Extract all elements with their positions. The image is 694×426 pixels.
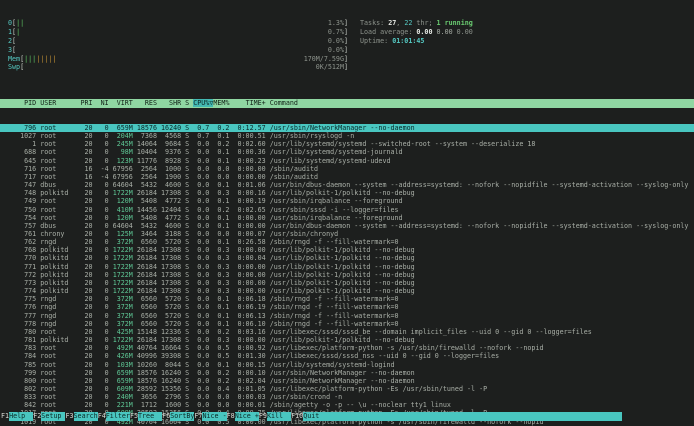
process-row-688[interactable]: 688 root 20 0 98M 10404 9376 S 0.0 0.1 0… xyxy=(0,148,694,156)
header-meters-area: 0[||1.3%]1[|0.7%]2[0.0%]3[0.0%]Mem[|||||… xyxy=(8,19,694,72)
meter-bars: |||||||| xyxy=(24,55,304,64)
cpu-meter-0: 0[||1.3%] xyxy=(8,19,348,28)
function-key-F5[interactable]: F5 xyxy=(130,412,138,421)
process-row-747[interactable]: 747 dbus 20 0 64604 5432 4600 S 0.0 0.1 … xyxy=(0,181,694,189)
function-key-F9[interactable]: F9 xyxy=(259,412,267,421)
process-row-771[interactable]: 771 polkitd 20 0 1722M 26184 17308 S 0.0… xyxy=(0,263,694,271)
meter-bars: || xyxy=(16,19,328,28)
meter-value: 1.3% xyxy=(328,19,344,28)
tasks-line: Tasks: 27, 22 thr; 1 running xyxy=(360,19,473,28)
process-row-754[interactable]: 754 root 20 0 120M 5408 4772 S 0.0 0.1 0… xyxy=(0,214,694,222)
process-row-784[interactable]: 784 root 20 0 426M 40996 39308 S 0.0 0.5… xyxy=(0,352,694,360)
meter-bars xyxy=(16,37,328,46)
process-row-772[interactable]: 772 polkitd 20 0 1722M 26184 17308 S 0.0… xyxy=(0,271,694,279)
process-row-775[interactable]: 775 rngd 20 0 372M 6560 5720 S 0.0 0.1 0… xyxy=(0,295,694,303)
process-row-842[interactable]: 842 root 20 0 221M 1712 1600 S 0.0 0.0 0… xyxy=(0,401,694,409)
meter-bars xyxy=(24,63,316,72)
meter-label: Swp xyxy=(8,63,20,72)
cpu-meter-2: 2[0.0%] xyxy=(8,37,348,46)
function-label-F3[interactable]: Search xyxy=(74,412,98,421)
load-average-line: Load average: 0.00 0.00 0.00 xyxy=(360,28,473,37)
process-row-761[interactable]: 761 chrony 20 0 125M 3464 3188 S 0.0 0.0… xyxy=(0,230,694,238)
process-table-header[interactable]: PID USER PRI NI VIRT RES SHR S CPU%▽MEM%… xyxy=(0,99,694,107)
process-row-800[interactable]: 800 root 20 0 659M 18576 16240 S 0.0 0.2… xyxy=(0,377,694,385)
function-label-F7[interactable]: Nice - xyxy=(202,412,226,421)
process-row-785[interactable]: 785 root 20 0 103M 10260 8044 S 0.0 0.1 … xyxy=(0,361,694,369)
process-row-799[interactable]: 799 root 20 0 659M 18576 16240 S 0.0 0.2… xyxy=(0,369,694,377)
function-label-F5[interactable]: Tree xyxy=(138,412,162,421)
function-key-F2[interactable]: F2 xyxy=(33,412,41,421)
function-label-F1[interactable]: Help xyxy=(9,412,33,421)
meters-column-left: 0[||1.3%]1[|0.7%]2[0.0%]3[0.0%]Mem[|||||… xyxy=(8,19,348,72)
process-row-774[interactable]: 774 polkitd 20 0 1722M 26184 17308 S 0.0… xyxy=(0,287,694,295)
swap-meter: Swp[0K/512M] xyxy=(8,63,348,72)
cpu-meter-1: 1[|0.7%] xyxy=(8,28,348,37)
process-row-802[interactable]: 802 root 20 0 609M 28592 15356 S 0.0 0.4… xyxy=(0,385,694,393)
process-row-770[interactable]: 770 polkitd 20 0 1722M 26184 17308 S 0.0… xyxy=(0,254,694,262)
function-label-F10[interactable]: Quit xyxy=(303,412,327,421)
process-row-748[interactable]: 748 polkitd 20 0 1722M 26184 17308 S 0.0… xyxy=(0,189,694,197)
process-row-717[interactable]: 717 root 16 -4 67956 2564 1900 S 0.0 0.0… xyxy=(0,173,694,181)
function-key-F8[interactable]: F8 xyxy=(227,412,235,421)
function-key-bar: F1Help F2Setup F3SearchF4FilterF5Tree F6… xyxy=(0,412,694,421)
uptime-line: Uptime: 01:01:45 xyxy=(360,37,473,46)
process-row-796[interactable]: 796 root 20 0 659M 18576 16240 S 0.7 0.2… xyxy=(0,124,694,132)
process-row-781[interactable]: 781 polkitd 20 0 1722M 26184 17308 S 0.0… xyxy=(0,336,694,344)
process-row-749[interactable]: 749 root 20 0 120M 5408 4772 S 0.0 0.1 0… xyxy=(0,197,694,205)
header-cols-left[interactable]: PID USER PRI NI VIRT RES SHR S xyxy=(8,99,193,107)
process-row-778[interactable]: 778 rngd 20 0 372M 6560 5720 S 0.0 0.1 0… xyxy=(0,320,694,328)
meter-label: Mem xyxy=(8,55,20,64)
function-label-F2[interactable]: Setup xyxy=(41,412,65,421)
process-row-757[interactable]: 757 dbus 20 0 64604 5432 4600 S 0.0 0.1 … xyxy=(0,222,694,230)
process-row-645[interactable]: 645 root 20 0 123M 11776 8928 S 0.0 0.1 … xyxy=(0,157,694,165)
function-label-F4[interactable]: Filter xyxy=(106,412,130,421)
process-row-783[interactable]: 783 root 20 0 492M 40764 16664 S 0.0 0.5… xyxy=(0,344,694,352)
function-label-F6[interactable]: SortBy xyxy=(170,412,194,421)
meter-value: 0K/512M xyxy=(316,63,344,72)
function-bar-fill xyxy=(327,412,622,421)
function-key-F1[interactable]: F1 xyxy=(1,412,9,421)
memory-meter: Mem[||||||||170M/7.59G] xyxy=(8,55,348,64)
function-key-F6[interactable]: F6 xyxy=(162,412,170,421)
function-label-F9[interactable]: Kill xyxy=(267,412,291,421)
cpu-meter-3: 3[0.0%] xyxy=(8,46,348,55)
process-row-780[interactable]: 780 root 20 0 425M 15148 12336 S 0.0 0.2… xyxy=(0,328,694,336)
process-row-1[interactable]: 1 root 20 0 245M 14064 9684 S 0.0 0.2 0:… xyxy=(0,140,694,148)
header-cols-right[interactable]: MEM% TIME+ Command xyxy=(213,99,298,107)
meter-value: 0.0% xyxy=(328,46,344,55)
process-row-1027[interactable]: 1027 root 20 0 204M 7368 4568 S 0.7 0.1 … xyxy=(0,132,694,140)
function-key-F4[interactable]: F4 xyxy=(98,412,106,421)
process-row-750[interactable]: 750 root 20 0 410M 14456 12404 S 0.0 0.2… xyxy=(0,206,694,214)
process-table: 796 root 20 0 659M 18576 16240 S 0.7 0.2… xyxy=(8,124,694,426)
process-row-776[interactable]: 776 rngd 20 0 372M 6560 5720 S 0.0 0.1 0… xyxy=(0,303,694,311)
htop-terminal: 0[||1.3%]1[|0.7%]2[0.0%]3[0.0%]Mem[|||||… xyxy=(0,0,694,426)
system-stats: Tasks: 27, 22 thr; 1 runningLoad average… xyxy=(360,19,473,72)
meter-value: 0.7% xyxy=(328,28,344,37)
sort-column-cpu[interactable]: CPU%▽ xyxy=(193,99,213,107)
process-row-716[interactable]: 716 root 16 -4 67956 2564 1000 S 0.0 0.0… xyxy=(0,165,694,173)
process-row-773[interactable]: 773 polkitd 20 0 1722M 26184 17308 S 0.0… xyxy=(0,279,694,287)
meter-value: 0.0% xyxy=(328,37,344,46)
meter-value: 170M/7.59G xyxy=(304,55,344,64)
process-row-762[interactable]: 762 rngd 20 0 372M 6560 5720 S 0.0 0.1 0… xyxy=(0,238,694,246)
meter-bars xyxy=(16,46,328,55)
function-key-F7[interactable]: F7 xyxy=(194,412,202,421)
function-label-F8[interactable]: Nice + xyxy=(235,412,259,421)
process-row-768[interactable]: 768 polkitd 20 0 1722M 26184 17308 S 0.0… xyxy=(0,246,694,254)
process-row-833[interactable]: 833 root 20 0 240M 3656 2796 S 0.0 0.0 0… xyxy=(0,393,694,401)
process-row-777[interactable]: 777 rngd 20 0 372M 6560 5720 S 0.0 0.1 0… xyxy=(0,312,694,320)
function-key-F3[interactable]: F3 xyxy=(65,412,73,421)
function-key-F10[interactable]: F10 xyxy=(291,412,303,421)
meter-bars: | xyxy=(16,28,328,37)
